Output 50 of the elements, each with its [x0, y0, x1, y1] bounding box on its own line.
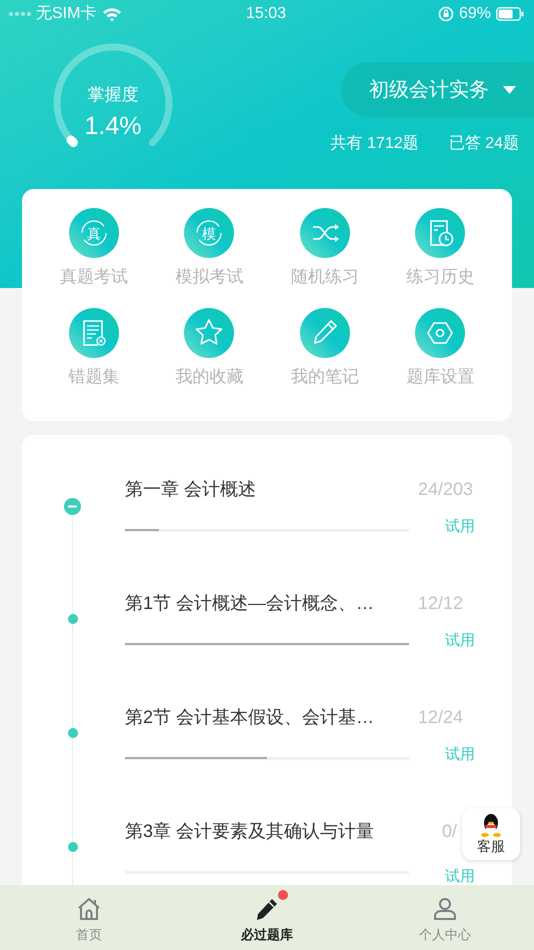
timeline-dot	[68, 614, 78, 624]
question-count: 12/24	[418, 706, 464, 729]
exam-icon: 真	[68, 208, 119, 258]
mock-exam-icon: 模	[184, 208, 234, 258]
chapter-title: 第1节 会计概述—会计概念、…	[125, 592, 374, 615]
question-count: 24/203	[418, 478, 474, 501]
chapter-title: 第3章 会计要素及其确认与计量	[125, 820, 374, 843]
collapse-icon[interactable]	[64, 498, 81, 515]
carrier-text: 无SIM卡	[36, 4, 96, 24]
mastery-label: 掌握度	[86, 84, 140, 106]
pencil-icon	[254, 897, 280, 921]
trial-link[interactable]: 试用	[445, 630, 475, 652]
hexagon-settings-icon	[415, 308, 466, 358]
shuffle-icon	[300, 208, 350, 258]
wifi-icon	[102, 6, 122, 22]
trial-link[interactable]: 试用	[445, 744, 475, 766]
battery-percent: 69%	[458, 4, 491, 24]
question-count: 0/	[442, 820, 458, 843]
feature-button[interactable]: 错题集	[36, 308, 152, 389]
tab[interactable]: 必过题库	[178, 885, 356, 950]
rotation-lock-icon	[438, 6, 454, 22]
person-icon	[432, 897, 458, 921]
feature-button[interactable]: 我的收藏	[152, 308, 267, 389]
clock-text: 15:03	[246, 4, 286, 24]
feature-button[interactable]: 随机练习	[267, 208, 382, 290]
chapter-title: 第一章 会计概述	[125, 478, 256, 501]
history-icon	[415, 208, 466, 258]
feature-button[interactable]: 我的笔记	[267, 308, 382, 389]
penguin-icon	[480, 813, 502, 837]
feature-button[interactable]: 真 真题考试	[36, 208, 152, 290]
pencil-icon	[300, 308, 350, 358]
error-list-icon	[68, 308, 119, 358]
stat-text: 已答 24题	[448, 134, 519, 154]
subject-dropdown[interactable]: 初级会计实务	[341, 62, 534, 117]
home-icon	[76, 897, 102, 921]
mastery-value: 1.4%	[84, 111, 142, 142]
support-button[interactable]: 客服	[462, 808, 520, 860]
battery-icon	[496, 7, 524, 21]
question-count: 12/12	[418, 592, 464, 615]
caret-icon	[503, 86, 516, 94]
timeline-dot	[68, 728, 78, 738]
signal-icon	[8, 11, 32, 17]
tab[interactable]: 首页	[0, 885, 178, 950]
feature-button[interactable]: 练习历史	[382, 208, 498, 290]
feature-button[interactable]: 题库设置	[382, 308, 498, 389]
trial-link[interactable]: 试用	[445, 516, 475, 538]
feature-button[interactable]: 模 模拟考试	[152, 208, 267, 290]
timeline-dot	[68, 842, 78, 852]
stat-text: 共有 1712题	[330, 134, 419, 154]
chapter-title: 第2节 会计基本假设、会计基…	[125, 706, 374, 729]
